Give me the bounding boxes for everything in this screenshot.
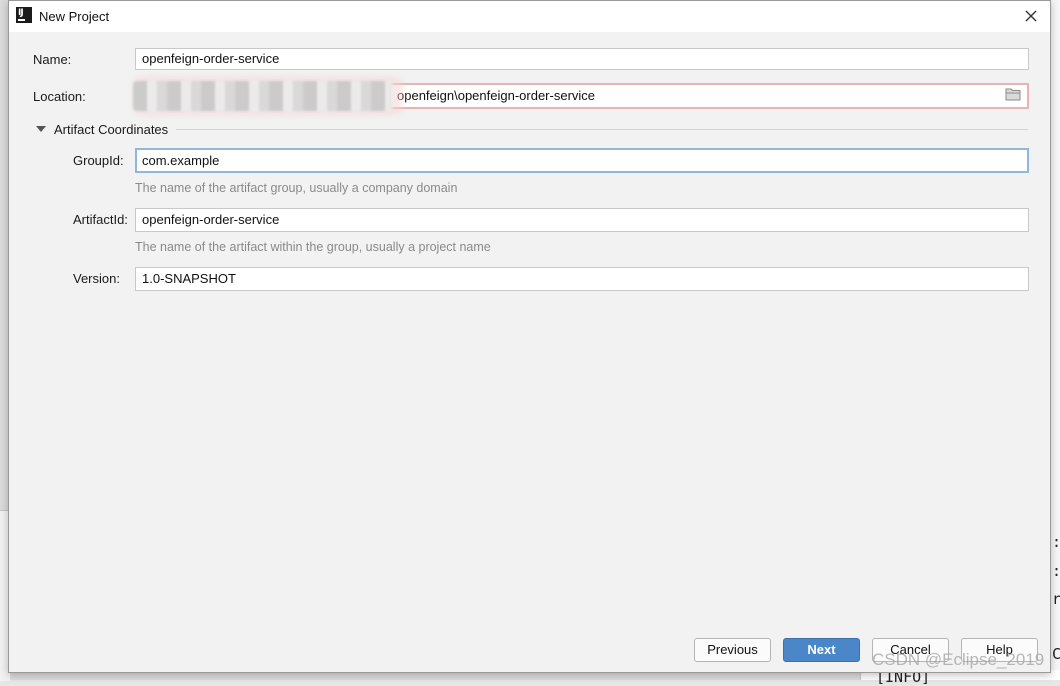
groupid-label: GroupId: <box>73 153 124 168</box>
background-glyph: C <box>1052 645 1060 663</box>
artifactid-input[interactable]: openfeign-order-service <box>135 208 1029 232</box>
background-glyph: : <box>1052 533 1060 551</box>
redacted-path <box>133 81 393 111</box>
triangle-down-icon <box>36 126 46 132</box>
intellij-logo-icon: IJ <box>16 7 32 23</box>
section-title: Artifact Coordinates <box>54 121 169 137</box>
section-divider <box>176 129 1028 130</box>
version-label: Version: <box>73 271 120 286</box>
folder-icon[interactable] <box>1005 87 1021 101</box>
name-label: Name: <box>33 52 72 67</box>
groupid-input[interactable]: com.example <box>135 148 1029 173</box>
previous-button[interactable]: Previous <box>694 638 771 662</box>
close-icon[interactable] <box>1022 7 1040 25</box>
background-glyph: : <box>1052 562 1060 580</box>
location-input[interactable]: openfeign\openfeign-order-service <box>389 83 1029 109</box>
name-input[interactable]: openfeign-order-service <box>135 48 1029 70</box>
groupid-hint: The name of the artifact group, usually … <box>135 181 458 195</box>
artifactid-label: ArtifactId: <box>73 212 128 227</box>
next-button[interactable]: Next <box>783 638 860 662</box>
background-glyph: r <box>1052 590 1060 608</box>
version-input[interactable]: 1.0-SNAPSHOT <box>135 267 1029 291</box>
dialog-title: New Project <box>39 9 110 24</box>
new-project-dialog: IJ New Project Name: openfeign-order-ser… <box>8 0 1051 673</box>
location-label: Location: <box>33 89 86 104</box>
watermark: CSDN @Eclipse_2019 <box>872 650 1045 669</box>
artifact-coordinates-toggle[interactable]: Artifact Coordinates <box>36 121 168 137</box>
location-value: openfeign\openfeign-order-service <box>397 88 596 103</box>
dialog-titlebar[interactable]: IJ New Project <box>9 1 1050 32</box>
artifactid-hint: The name of the artifact within the grou… <box>135 240 491 254</box>
